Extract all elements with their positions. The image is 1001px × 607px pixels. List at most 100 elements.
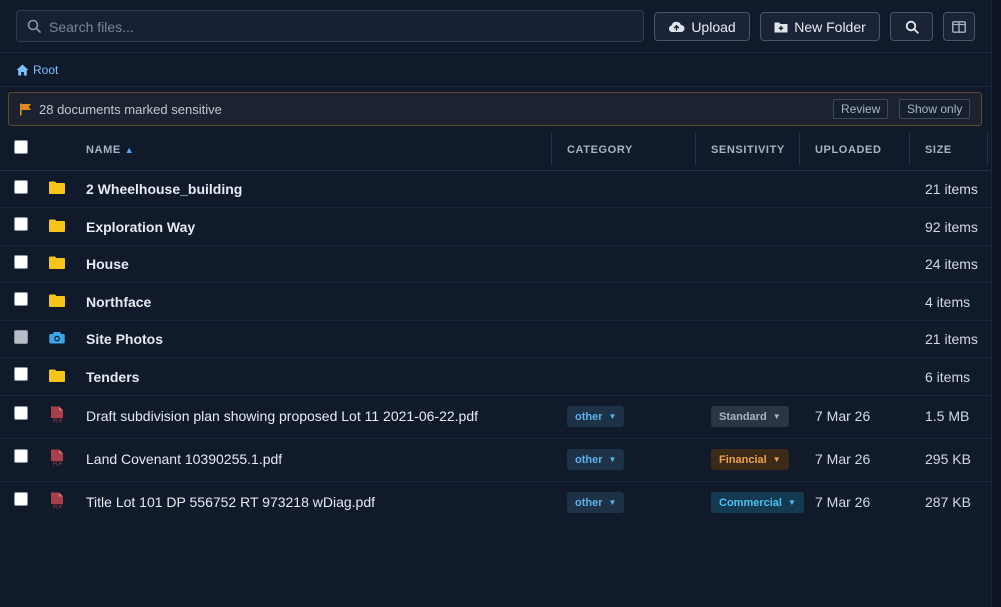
column-header-category[interactable]: CATEGORY [567,144,633,156]
divider [0,86,990,87]
file-size: 6 items [925,369,971,385]
review-button[interactable]: Review [833,99,889,119]
category-dropdown[interactable]: other ▼ [567,406,625,427]
svg-text:PDF: PDF [53,505,63,511]
sensitivity-label: Financial [719,453,767,466]
file-name[interactable]: Site Photos [86,331,163,347]
sensitivity-label: Standard [719,410,767,423]
sensitivity-dropdown[interactable]: Standard ▼ [711,406,789,427]
svg-text:PDF: PDF [53,419,63,425]
search-icon [27,19,41,33]
row-checkbox[interactable] [14,180,28,194]
breadcrumb: Root [16,62,58,78]
table-row[interactable]: PDF Land Covenant 10390255.1.pdf other ▼ … [0,439,990,482]
upload-button-label: Upload [691,18,736,35]
chevron-down-icon: ▼ [787,498,796,507]
sensitivity-dropdown[interactable]: Financial ▼ [711,449,789,470]
file-name[interactable]: Title Lot 101 DP 556752 RT 973218 wDiag.… [86,494,375,510]
layout-toggle-button[interactable] [943,12,975,41]
file-name[interactable]: House [86,256,129,272]
table-row[interactable]: House 24 items [0,246,990,283]
folder-icon [49,219,65,232]
table-row[interactable]: 2 Wheelhouse_building 21 items [0,171,990,208]
file-size: 24 items [925,256,978,272]
folder-icon [49,294,65,307]
folder-icon [49,369,65,382]
row-checkbox[interactable] [14,330,28,344]
svg-text:PDF: PDF [53,462,63,468]
table-row[interactable]: Tenders 6 items [0,358,990,396]
search-input[interactable]: Search files... [49,19,134,35]
uploaded-date: 7 Mar 26 [815,494,871,510]
search-icon [905,20,919,34]
row-checkbox[interactable] [14,406,28,420]
breadcrumb-root[interactable]: Root [33,63,58,77]
folder-icon [49,181,65,194]
file-size: 1.5 MB [925,408,970,424]
table-row[interactable]: Northface 4 items [0,283,990,321]
file-name[interactable]: Land Covenant 10390255.1.pdf [86,451,282,467]
category-label: other [575,496,603,509]
file-size: 21 items [925,331,978,347]
home-icon [16,64,29,76]
columns-icon [952,20,966,33]
sensitive-banner: 28 documents marked sensitive Review Sho… [8,92,982,126]
select-all-checkbox[interactable] [14,140,28,154]
file-name[interactable]: Northface [86,294,151,310]
column-header-uploaded[interactable]: UPLOADED [815,144,882,156]
search-button[interactable] [890,12,933,41]
new-folder-button-label: New Folder [794,18,866,35]
table-header: NAME ▲ CATEGORY SENSITIVITY UPLOADED SIZE [0,131,990,171]
sensitive-count-text: 28 documents marked sensitive [39,102,222,117]
column-header-sensitivity[interactable]: SENSITIVITY [711,144,785,156]
table-row[interactable]: PDF Draft subdivision plan showing propo… [0,396,990,439]
row-checkbox[interactable] [14,217,28,231]
chevron-down-icon: ▼ [608,412,617,421]
search-box[interactable]: Search files... [16,10,644,42]
uploaded-date: 7 Mar 26 [815,451,871,467]
column-divider[interactable] [551,133,552,165]
pdf-icon: PDF [51,492,63,511]
column-divider[interactable] [909,133,910,165]
chevron-down-icon: ▼ [608,455,617,464]
column-header-name[interactable]: NAME ▲ [86,144,134,156]
sensitivity-dropdown[interactable]: Commercial ▼ [711,492,804,513]
scrollbar[interactable] [991,0,1001,607]
row-checkbox[interactable] [14,255,28,269]
row-checkbox[interactable] [14,449,28,463]
folder-plus-icon [774,22,788,32]
row-checkbox[interactable] [14,292,28,306]
chevron-down-icon: ▼ [772,455,781,464]
pdf-icon: PDF [51,406,63,425]
row-checkbox[interactable] [14,367,28,381]
column-divider[interactable] [695,133,696,165]
chevron-down-icon: ▼ [772,412,781,421]
file-name[interactable]: Draft subdivision plan showing proposed … [86,408,478,424]
file-size: 295 KB [925,451,971,467]
file-size: 4 items [925,294,971,310]
category-label: other [575,453,603,466]
category-dropdown[interactable]: other ▼ [567,492,625,513]
file-size: 287 KB [925,494,971,510]
table-row[interactable]: Exploration Way 92 items [0,208,990,246]
column-divider[interactable] [987,133,988,165]
file-size: 92 items [925,219,978,235]
column-divider[interactable] [799,133,800,165]
file-name[interactable]: 2 Wheelhouse_building [86,181,242,197]
table-row[interactable]: PDF Title Lot 101 DP 556752 RT 973218 wD… [0,482,990,525]
pdf-icon: PDF [51,449,63,468]
uploaded-date: 7 Mar 26 [815,408,871,424]
upload-button[interactable]: Upload [654,12,750,41]
flag-icon [20,103,31,116]
show-only-button[interactable]: Show only [899,99,971,119]
sensitivity-label: Commercial [719,496,782,509]
new-folder-button[interactable]: New Folder [760,12,880,41]
row-checkbox[interactable] [14,492,28,506]
category-dropdown[interactable]: other ▼ [567,449,625,470]
table-row[interactable]: Site Photos 21 items [0,321,990,358]
file-name[interactable]: Exploration Way [86,219,195,235]
cloud-upload-icon [669,21,685,32]
column-header-size[interactable]: SIZE [925,144,952,156]
file-name[interactable]: Tenders [86,369,139,385]
sort-ascending-icon: ▲ [124,145,135,155]
